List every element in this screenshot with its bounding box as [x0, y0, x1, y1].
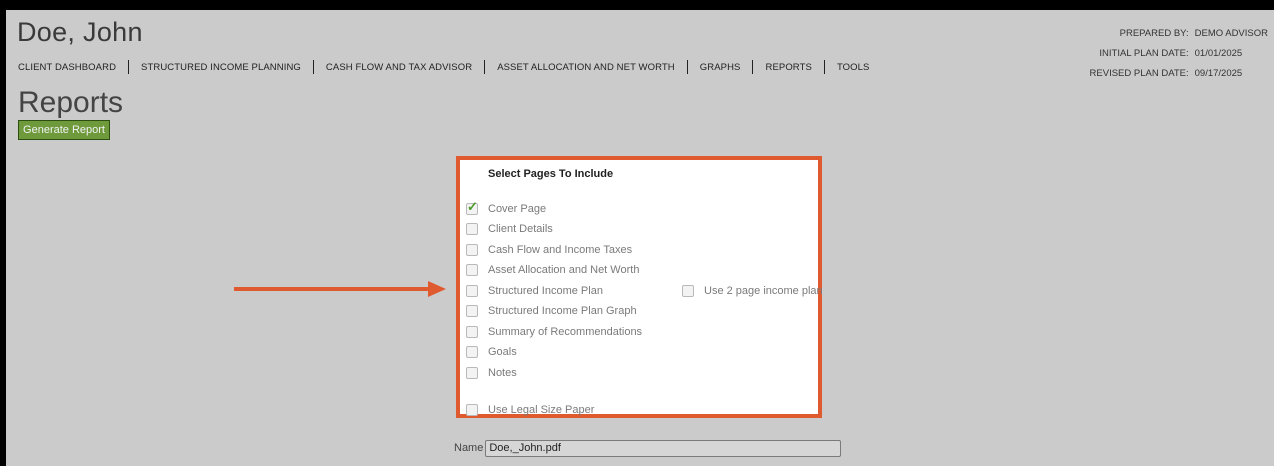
- nav-cash-flow-and-tax-advisor[interactable]: CASH FLOW AND TAX ADVISOR: [326, 62, 472, 73]
- nav-graphs[interactable]: GRAPHS: [700, 62, 741, 73]
- initial-plan-date-label: INITIAL PLAN DATE:: [1099, 48, 1189, 59]
- select-pages-panel: Select Pages To Include ✓ Cover Page Cli…: [456, 156, 823, 418]
- option-label: Summary of Recommendations: [488, 326, 643, 338]
- option-label: Structured Income Plan Graph: [488, 305, 637, 317]
- app-window: Doe, John CLIENT DASHBOARD STRUCTURED IN…: [6, 10, 1274, 466]
- option-goals[interactable]: Goals: [466, 345, 517, 359]
- option-label: Asset Allocation and Net Worth: [488, 264, 640, 276]
- checkbox[interactable]: [682, 285, 694, 297]
- file-name-row: Name: [454, 437, 842, 459]
- option-summary-of-recommendations[interactable]: Summary of Recommendations: [466, 325, 642, 339]
- option-cash-flow-and-income-taxes[interactable]: Cash Flow and Income Taxes: [466, 243, 632, 257]
- checkbox[interactable]: [466, 285, 478, 297]
- option-use-2-page-income-plan[interactable]: Use 2 page income plan: [682, 284, 823, 298]
- checkbox[interactable]: [466, 223, 478, 235]
- option-structured-income-plan[interactable]: Structured Income Plan: [466, 284, 603, 298]
- checkbox[interactable]: [466, 264, 478, 276]
- nav-separator: [484, 60, 486, 74]
- nav-separator: [312, 60, 314, 74]
- checkbox[interactable]: [466, 305, 478, 317]
- checkbox[interactable]: ✓: [466, 199, 478, 215]
- option-asset-allocation-and-net-worth[interactable]: Asset Allocation and Net Worth: [466, 263, 639, 277]
- option-label: Structured Income Plan: [488, 285, 603, 297]
- option-client-details[interactable]: Client Details: [466, 222, 553, 236]
- select-pages-title: Select Pages To Include: [488, 168, 614, 180]
- option-label: Notes: [488, 367, 517, 379]
- nav-separator: [686, 60, 688, 74]
- client-name: Doe, John: [17, 17, 143, 47]
- option-label: Client Details: [488, 223, 553, 235]
- option-label: Use 2 page income plan: [704, 285, 823, 297]
- plan-meta: PREPARED BY: DEMO ADVISOR INITIAL PLAN D…: [1090, 24, 1268, 84]
- option-label: Cash Flow and Income Taxes: [488, 244, 633, 256]
- option-label: Use Legal Size Paper: [488, 404, 595, 416]
- nav-client-dashboard[interactable]: CLIENT DASHBOARD: [18, 62, 116, 73]
- prepared-by-value: DEMO ADVISOR: [1194, 28, 1268, 39]
- checkbox[interactable]: [466, 367, 478, 379]
- nav-separator: [752, 60, 754, 74]
- option-label: Cover Page: [488, 203, 547, 215]
- nav-tools[interactable]: TOOLS: [837, 62, 870, 73]
- option-cover-page[interactable]: ✓ Cover Page: [466, 199, 547, 216]
- nav-reports[interactable]: REPORTS: [765, 62, 811, 73]
- checkbox[interactable]: [466, 346, 478, 358]
- checkbox[interactable]: [466, 244, 478, 256]
- initial-plan-date-value: 01/01/2025: [1194, 48, 1243, 59]
- checkbox[interactable]: [466, 404, 478, 416]
- checkmark-icon: ✓: [467, 199, 478, 214]
- nav-asset-allocation-and-net-worth[interactable]: ASSET ALLOCATION AND NET WORTH: [497, 62, 675, 73]
- top-nav: CLIENT DASHBOARD STRUCTURED INCOME PLANN…: [18, 59, 869, 75]
- option-structured-income-plan-graph[interactable]: Structured Income Plan Graph: [466, 304, 637, 318]
- file-name-label: Name: [454, 442, 484, 454]
- nav-structured-income-planning[interactable]: STRUCTURED INCOME PLANNING: [141, 62, 301, 73]
- revised-plan-date-value: 09/17/2025: [1194, 68, 1243, 79]
- nav-separator: [128, 60, 130, 74]
- arrow-right-icon: [234, 281, 446, 297]
- option-use-legal-size-paper[interactable]: Use Legal Size Paper: [466, 403, 594, 417]
- revised-plan-date-label: REVISED PLAN DATE:: [1089, 68, 1189, 79]
- file-name-input[interactable]: [485, 439, 842, 457]
- prepared-by-label: PREPARED BY:: [1119, 28, 1189, 39]
- option-label: Goals: [488, 346, 517, 358]
- generate-report-button[interactable]: Generate Report: [18, 120, 110, 140]
- checkbox[interactable]: [466, 326, 478, 338]
- page-title: Reports: [18, 86, 124, 119]
- nav-separator: [823, 60, 825, 74]
- option-notes[interactable]: Notes: [466, 366, 517, 380]
